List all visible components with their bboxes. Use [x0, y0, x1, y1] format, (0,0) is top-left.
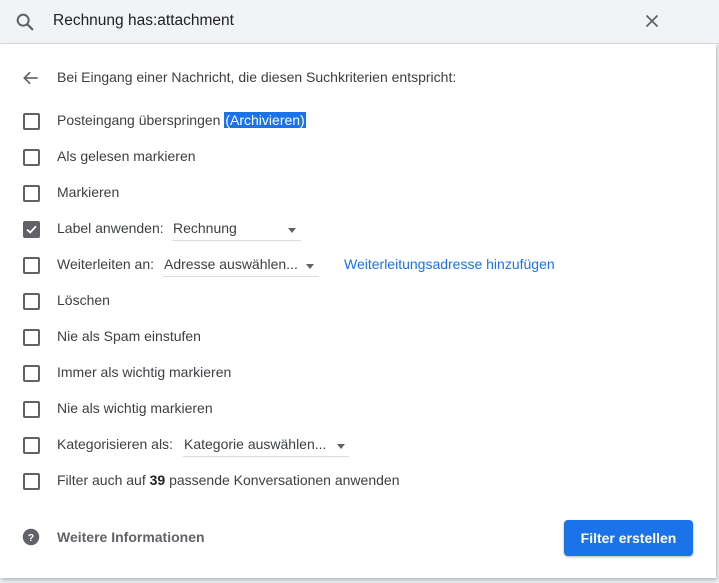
option-mark-read: Als gelesen markieren	[0, 139, 716, 175]
more-info-link[interactable]: Weitere Informationen	[57, 529, 205, 545]
skip-inbox-text: Posteingang überspringen	[57, 112, 221, 128]
mark-read-checkbox[interactable]	[23, 149, 40, 166]
option-star: Markieren	[0, 175, 716, 211]
forward-checkbox[interactable]	[23, 257, 40, 274]
label-select[interactable]: Rechnung	[172, 218, 301, 241]
checkmark-icon	[26, 225, 37, 234]
option-skip-inbox: Posteingang überspringen (Archivieren)	[0, 103, 716, 139]
apply-label-checkbox[interactable]	[23, 221, 40, 238]
back-arrow-icon[interactable]	[21, 68, 41, 88]
label-select-value: Rechnung	[173, 220, 237, 236]
never-important-checkbox[interactable]	[23, 401, 40, 418]
apply-existing-checkbox[interactable]	[23, 473, 40, 490]
star-checkbox[interactable]	[23, 185, 40, 202]
chevron-down-icon	[337, 444, 345, 449]
never-important-label: Nie als wichtig markieren	[57, 400, 213, 416]
search-icon[interactable]	[14, 11, 36, 33]
skip-inbox-checkbox[interactable]	[23, 113, 40, 130]
apply-existing-text-before: Filter auch auf	[57, 472, 150, 488]
categorize-label: Kategorisieren als:	[57, 436, 173, 452]
option-never-important: Nie als wichtig markieren	[0, 391, 716, 427]
chevron-down-icon	[306, 264, 314, 269]
filter-heading: Bei Eingang einer Nachricht, die diesen …	[57, 69, 457, 85]
category-select-value: Kategorie auswählen...	[184, 436, 327, 452]
category-select[interactable]: Kategorie auswählen...	[183, 434, 349, 457]
always-important-checkbox[interactable]	[23, 365, 40, 382]
mark-read-label: Als gelesen markieren	[57, 148, 196, 164]
option-never-spam: Nie als Spam einstufen	[0, 319, 716, 355]
svg-text:?: ?	[28, 532, 34, 544]
apply-existing-text-after: passende Konversationen anwenden	[165, 472, 400, 488]
forward-address-select[interactable]: Adresse auswählen...	[163, 254, 319, 277]
search-input[interactable]: Rechnung has:attachment	[53, 12, 234, 30]
help-icon[interactable]: ?	[22, 528, 40, 546]
always-important-label: Immer als wichtig markieren	[57, 364, 232, 380]
delete-label: Löschen	[57, 292, 110, 308]
filter-options-panel: Bei Eingang einer Nachricht, die diesen …	[0, 44, 716, 578]
option-apply-label: Label anwenden: Rechnung	[0, 211, 716, 247]
option-always-important: Immer als wichtig markieren	[0, 355, 716, 391]
search-bar: Rechnung has:attachment	[0, 0, 719, 44]
star-label: Markieren	[57, 184, 120, 200]
forward-select-value: Adresse auswählen...	[164, 256, 298, 272]
option-categorize: Kategorisieren als: Kategorie auswählen.…	[0, 427, 716, 463]
skip-inbox-label: Posteingang überspringen (Archivieren)	[57, 112, 306, 128]
forward-label: Weiterleiten an:	[57, 256, 155, 272]
categorize-checkbox[interactable]	[23, 437, 40, 454]
option-forward: Weiterleiten an: Adresse auswählen... We…	[0, 247, 716, 283]
close-icon[interactable]	[641, 10, 663, 32]
apply-existing-label: Filter auch auf 39 passende Konversation…	[57, 472, 399, 488]
never-spam-checkbox[interactable]	[23, 329, 40, 346]
archive-highlight: (Archivieren)	[224, 112, 306, 128]
create-filter-button[interactable]: Filter erstellen	[564, 520, 693, 556]
chevron-down-icon	[288, 228, 296, 233]
apply-label-label: Label anwenden:	[57, 220, 164, 236]
never-spam-label: Nie als Spam einstufen	[57, 328, 201, 344]
option-apply-existing: Filter auch auf 39 passende Konversation…	[0, 463, 716, 499]
add-forwarding-address-link[interactable]: Weiterleitungsadresse hinzufügen	[344, 256, 555, 272]
matching-count: 39	[149, 472, 166, 488]
option-delete: Löschen	[0, 283, 716, 319]
delete-checkbox[interactable]	[23, 293, 40, 310]
